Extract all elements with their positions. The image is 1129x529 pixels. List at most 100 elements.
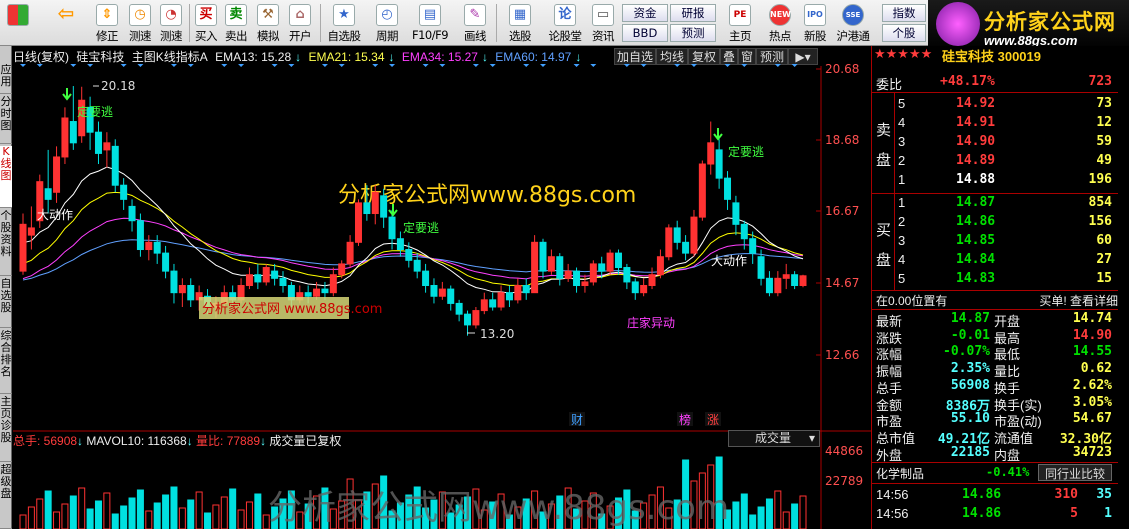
period-button[interactable]: ◴ 周期 xyxy=(368,2,406,44)
candle-body xyxy=(371,191,379,215)
stat-value: 14.87 xyxy=(950,311,990,326)
add-watch-button[interactable]: 加自选 xyxy=(614,48,656,65)
order-detail-link[interactable]: 买单! 查看详细 xyxy=(1039,292,1118,309)
hot-icon: NEW xyxy=(769,4,791,26)
sector-compare-button[interactable]: 同行业比较 xyxy=(1038,464,1112,481)
bid-level[interactable]: 4 14.84 27 xyxy=(872,252,1118,270)
menu-toggle-button[interactable]: ▶▾ xyxy=(788,48,818,65)
arrow-down-icon: ↓ xyxy=(388,50,395,64)
open-account-button[interactable]: ⌂ 开户 xyxy=(285,2,315,44)
stock-select-button[interactable]: ▦ 选股 xyxy=(500,2,540,44)
volume-bar xyxy=(749,514,757,529)
candle-body xyxy=(44,188,52,200)
level-volume: 59 xyxy=(1096,134,1112,149)
toolbar-btn-back[interactable]: ⇦ xyxy=(50,2,82,44)
volume-bar xyxy=(27,506,35,529)
volume-bar xyxy=(36,498,44,529)
bid-level[interactable]: 3 14.85 60 xyxy=(872,233,1118,251)
forecast-tab-button[interactable]: 预测 xyxy=(756,48,788,65)
indicator-name[interactable]: 主图K线指标A xyxy=(132,50,208,64)
signal-diamond-icon xyxy=(774,64,781,67)
f10-button[interactable]: ▤ F10/F9 xyxy=(408,2,452,44)
candle-body xyxy=(799,275,807,287)
volume-bar xyxy=(120,505,128,529)
tab-kline[interactable]: K线图 xyxy=(0,146,12,208)
capital-button[interactable]: 资金 xyxy=(622,4,668,22)
bid-level[interactable]: 1 14.87 854 xyxy=(872,195,1118,213)
left-tab-bar: 应用 分时图 K线图 个股资料 自选股 综合排名 主页诊股 超级盘 xyxy=(0,46,12,529)
ask-level[interactable]: 2 14.89 49 xyxy=(872,153,1118,171)
forecast-button[interactable]: 预测 xyxy=(670,24,716,42)
kline-chart[interactable]: 分析家公式网www.88gs.com 20.68 18.68 16.67 14.67 1… xyxy=(13,64,871,529)
news-button[interactable]: ▭ 资讯 xyxy=(588,2,618,44)
escape-arrow-icon xyxy=(713,128,723,141)
stock-software-window: ⇦ ⇕ 修正 ◷ 测速 ◔ 测速 买买入 卖卖出 ⚒ 模拟 ⌂ 开户 ★ 自选股 ◴ 周期 ▤… xyxy=(0,0,1129,529)
level-price: 14.90 xyxy=(956,134,996,149)
candle-body xyxy=(405,249,413,261)
hk-connect-button[interactable]: SSE 沪港通 xyxy=(832,2,874,44)
signal-diamond-row xyxy=(20,64,798,67)
period-label[interactable]: 日线(复权) xyxy=(13,50,69,64)
tab-watchlist[interactable]: 自选股 xyxy=(0,278,12,328)
bbd-button[interactable]: BBD xyxy=(622,24,668,42)
watchlist-button[interactable]: ★ 自选股 xyxy=(323,2,365,44)
candle-body xyxy=(690,216,698,254)
candle-body xyxy=(581,281,589,287)
signal-diamond-icon xyxy=(674,64,681,67)
candle-body xyxy=(94,131,102,154)
volume-bar xyxy=(53,511,61,529)
toolbar-btn-clock2[interactable]: ◔ 测速 xyxy=(156,2,186,44)
level-volume: 12 xyxy=(1096,115,1112,130)
hotspot-button[interactable]: NEW 热点 xyxy=(762,2,798,44)
candle-body xyxy=(782,274,790,279)
candle-body xyxy=(321,288,329,294)
webi-value: +48.17% xyxy=(940,74,995,89)
logo-star-icon xyxy=(936,2,980,46)
research-button[interactable]: 研报 xyxy=(670,4,716,22)
quote-title: ★★★★★ 硅宝科技 300019 xyxy=(872,46,1118,64)
candle-body xyxy=(564,270,572,279)
stat-value: 2.62% xyxy=(1072,377,1112,393)
tab-intraday[interactable]: 分时图 xyxy=(0,96,12,144)
stat-value: 22185 xyxy=(950,444,990,460)
bid-level[interactable]: 2 14.86 156 xyxy=(872,214,1118,232)
tab-super[interactable]: 超级盘 xyxy=(0,464,12,529)
ask-level[interactable]: 4 14.91 12 xyxy=(872,115,1118,133)
buy-button[interactable]: 买买入 xyxy=(192,2,220,44)
stat-value: 0.62 xyxy=(1080,361,1112,377)
adjust-button[interactable]: 复权 xyxy=(688,48,720,65)
simulate-button[interactable]: ⚒ 模拟 xyxy=(254,2,282,44)
tab-stock-info[interactable]: 个股资料 xyxy=(0,210,12,276)
homepage-button[interactable]: PE 主页 xyxy=(722,2,758,44)
ma-button[interactable]: 均线 xyxy=(656,48,688,65)
overlay-button[interactable]: 叠 xyxy=(720,48,738,65)
draw-line-button[interactable]: ✎ 画线 xyxy=(456,2,494,44)
window-button[interactable]: 窗 xyxy=(738,48,756,65)
sell-button[interactable]: 卖卖出 xyxy=(222,2,250,44)
toolbar-btn-fix[interactable]: ⇕ 修正 xyxy=(91,2,123,44)
ask-level[interactable]: 5 14.92 73 xyxy=(872,96,1118,114)
volume-indicator-select[interactable]: 成交量 ▾ xyxy=(728,430,820,447)
tab-diagnose[interactable]: 主页诊股 xyxy=(0,396,12,462)
tab-ranking[interactable]: 综合排名 xyxy=(0,330,12,394)
ask-level[interactable]: 1 14.88 196 xyxy=(872,172,1118,190)
forum-button[interactable]: 论论股堂 xyxy=(545,2,585,44)
volume-bar xyxy=(170,486,178,529)
bid-level[interactable]: 5 14.83 15 xyxy=(872,271,1118,289)
tab-apps[interactable]: 应用 xyxy=(0,64,12,94)
ask-level[interactable]: 3 14.90 59 xyxy=(872,134,1118,152)
volume-note: 成交量已复权 xyxy=(269,434,342,448)
level-index: 4 xyxy=(898,115,906,130)
signal-diamond-icon xyxy=(472,64,479,67)
ipo-button[interactable]: IPO 新股 xyxy=(800,2,830,44)
level-price: 14.85 xyxy=(956,233,996,248)
toolbar-btn-grid[interactable] xyxy=(4,2,32,44)
single-stock-button[interactable]: 个股 xyxy=(882,24,926,42)
tick-row: 14:56 14.86 310 35 xyxy=(872,487,1118,505)
index-button[interactable]: 指数 xyxy=(882,4,926,22)
price-axis-label: 12.66 xyxy=(825,348,859,362)
toolbar-btn-speed[interactable]: ◷ 测速 xyxy=(125,2,155,44)
quote-stat-row: 振幅 2.35% 量比 0.62 xyxy=(872,361,1118,379)
volume-bar xyxy=(19,514,27,529)
sell-icon: 卖 xyxy=(225,4,247,26)
